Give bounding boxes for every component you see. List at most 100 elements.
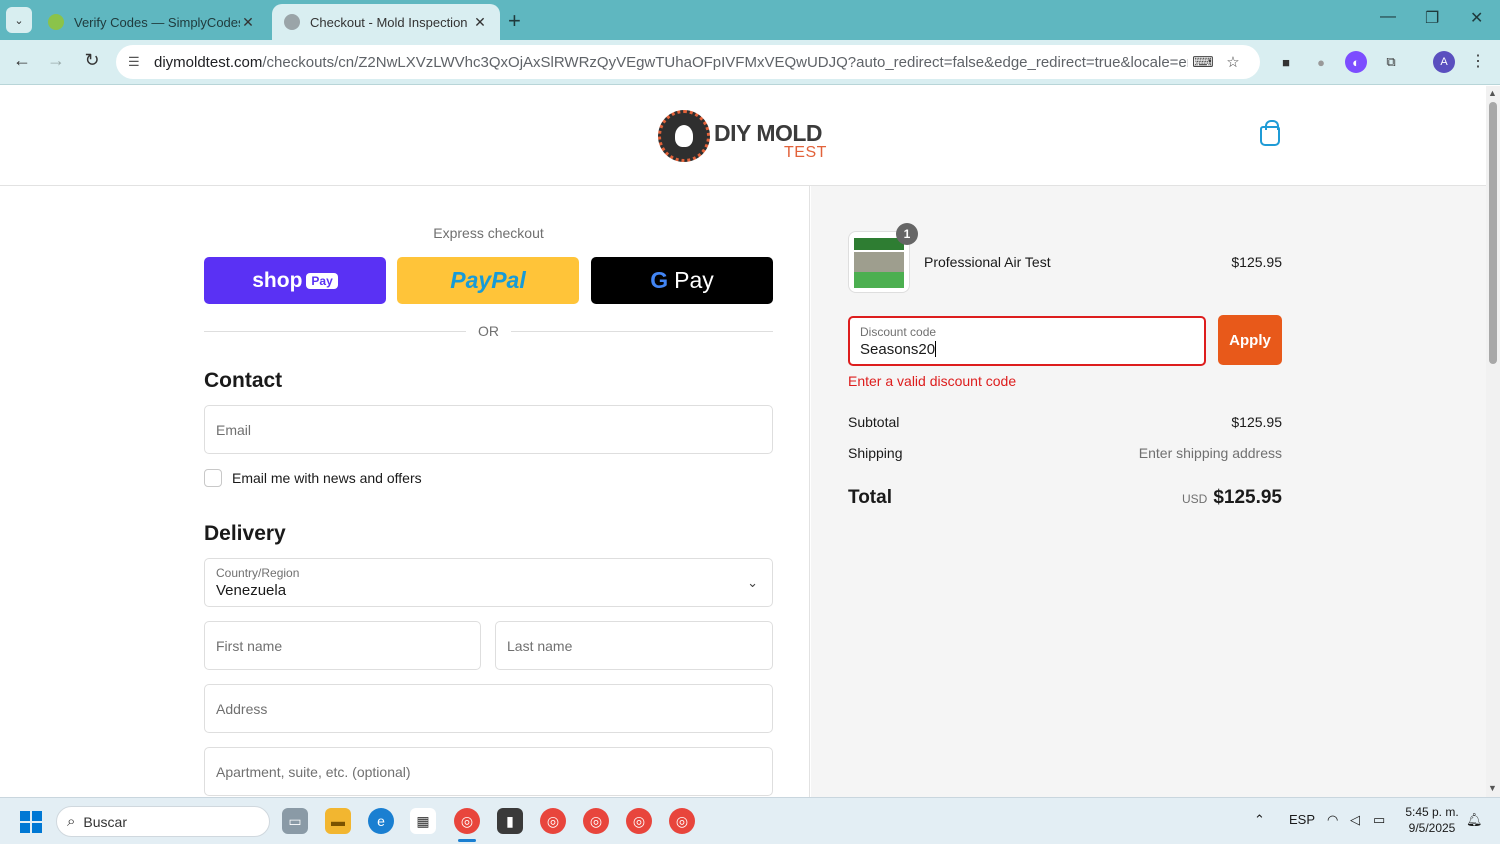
tab-simplycodes[interactable]: Verify Codes — SimplyCodes ✕ (36, 4, 268, 40)
quantity-badge: 1 (896, 223, 918, 245)
edge-browser-icon[interactable]: e (368, 808, 394, 834)
url-path: /checkouts/cn/Z2NwLXVzLWVhc3QxOjAxSlRWRz… (262, 53, 1188, 71)
input-language[interactable]: ESP (1289, 812, 1315, 827)
simplycodes-favicon-icon (48, 14, 64, 30)
express-checkout-label: Express checkout (433, 225, 544, 241)
clock-time: 5:45 p. m. (1405, 805, 1459, 819)
wifi-icon[interactable]: ◠ (1327, 812, 1338, 828)
battery-icon[interactable]: ▭ (1373, 812, 1385, 828)
email-field[interactable]: Email (204, 405, 773, 454)
chrome-profile-k-icon[interactable]: ◎ (540, 808, 566, 834)
reload-icon[interactable]: ↻ (80, 50, 104, 71)
taskbar-search[interactable]: ⌕ Buscar (56, 806, 270, 837)
active-app-indicator (458, 839, 476, 842)
store-header: DIY MOLD TEST (0, 86, 1486, 186)
shopping-bag-icon[interactable] (1260, 120, 1280, 146)
extension-robot-icon[interactable]: ■ (1275, 51, 1297, 73)
first-name-field[interactable]: First name (204, 621, 481, 670)
newsletter-checkbox[interactable] (204, 469, 222, 487)
system-clock[interactable]: 5:45 p. m. 9/5/2025 (1400, 804, 1464, 836)
thumbnail-house (854, 252, 904, 272)
shipping-row: Shipping Enter shipping address (848, 445, 1282, 461)
profile-avatar[interactable]: A (1433, 51, 1455, 73)
paypal-text-b: Pal (491, 267, 526, 293)
address-field[interactable]: Address (204, 684, 773, 733)
chrome-profile-n-icon[interactable]: ◎ (669, 808, 695, 834)
apartment-field[interactable]: Apartment, suite, etc. (optional) (204, 747, 773, 796)
browser-menu-icon[interactable]: ⋮ (1470, 51, 1486, 71)
shipping-label: Shipping (848, 445, 903, 461)
windows-taskbar: ⌕ Buscar ▭ ▬ e ▦ ◎ ▮ ◎ ◎ ◎ ◎ ⌃ ESP ◠ ◁ ▭… (0, 797, 1500, 844)
address-bar[interactable]: ☰ diymoldtest.com/checkouts/cn/Z2NwLXVzL… (116, 45, 1260, 79)
file-explorer-icon[interactable]: ▬ (325, 808, 351, 834)
email-placeholder: Email (216, 421, 252, 438)
extensions-puzzle-icon[interactable]: ⧉ (1380, 51, 1402, 73)
address-placeholder: Address (216, 700, 268, 717)
close-tab-icon[interactable]: ✕ (240, 14, 256, 31)
task-view-icon[interactable]: ▭ (282, 808, 308, 834)
tab-search-chevron-icon[interactable]: ⌄ (6, 7, 32, 33)
minimize-icon[interactable]: — (1380, 8, 1396, 26)
restore-icon[interactable]: ❐ (1425, 8, 1439, 28)
chrome-profile-m-icon[interactable]: ◎ (583, 808, 609, 834)
country-label: Country/Region (216, 566, 300, 580)
windows-start-icon[interactable] (20, 811, 42, 833)
google-pay-text: Pay (674, 267, 714, 293)
paypal-button[interactable]: Pay Pal (397, 257, 579, 304)
total-row: Total USD $125.95 (848, 487, 1282, 509)
shipping-value: Enter shipping address (1138, 445, 1282, 461)
scrollbar-thumb[interactable] (1489, 102, 1497, 364)
chrome-profile-a-icon[interactable]: ◎ (454, 808, 480, 834)
close-window-icon[interactable]: ✕ (1470, 8, 1483, 28)
clock-date: 9/5/2025 (1408, 821, 1456, 835)
first-name-placeholder: First name (216, 637, 283, 654)
show-hidden-icons-icon[interactable]: ⌃ (1254, 812, 1265, 828)
discount-code-input[interactable]: Discount code Seasons20 (848, 316, 1206, 366)
or-divider: OR (204, 323, 773, 339)
subtotal-row: Subtotal $125.95 (848, 414, 1282, 430)
tab-title: Verify Codes — SimplyCodes (74, 14, 240, 30)
volume-icon[interactable]: ◁ (1350, 812, 1360, 828)
translate-icon[interactable]: ⌨ (1188, 53, 1218, 71)
chevron-down-icon: ⌄ (747, 575, 758, 590)
new-tab-icon[interactable]: + (508, 8, 521, 34)
terminal-icon[interactable]: ▮ (497, 808, 523, 834)
site-info-icon[interactable]: ☰ (128, 54, 148, 70)
browser-toolbar: ← → ↻ ☰ diymoldtest.com/checkouts/cn/Z2N… (0, 40, 1500, 85)
google-pay-button[interactable]: G Pay (591, 257, 773, 304)
apartment-placeholder: Apartment, suite, etc. (optional) (216, 763, 411, 780)
notification-bell-icon[interactable]: 🔔︎ (1466, 812, 1483, 828)
bookmark-star-icon[interactable]: ☆ (1218, 53, 1248, 71)
extension-simplycodes-icon[interactable]: ◐ (1345, 51, 1367, 73)
browser-tab-bar: ⌄ Verify Codes — SimplyCodes ✕ Checkout … (0, 0, 1500, 40)
total-amount: USD $125.95 (1182, 487, 1282, 509)
taskbar-search-placeholder: Buscar (83, 813, 127, 830)
shop-pay-badge: Pay (306, 272, 338, 289)
country-select[interactable]: Country/Region Venezuela ⌄ (204, 558, 773, 607)
total-currency: USD (1181, 492, 1208, 506)
back-icon[interactable]: ← (10, 50, 34, 71)
extension-puzzle-gray-icon[interactable]: ● (1310, 51, 1332, 73)
product-price: $125.95 (1231, 254, 1282, 270)
store-logo[interactable]: DIY MOLD TEST (658, 108, 830, 164)
discount-code-value-row: Seasons20 (860, 341, 1194, 358)
scroll-up-icon[interactable]: ▲ (1488, 88, 1497, 98)
thumbnail-lawn (854, 272, 904, 288)
shop-pay-button[interactable]: shop Pay (204, 257, 386, 304)
apply-discount-button[interactable]: Apply (1218, 315, 1282, 365)
google-g-icon: G (650, 267, 669, 293)
subtotal-value: $125.95 (1231, 414, 1282, 430)
logo-sub-text: TEST (784, 144, 827, 161)
checkout-page: DIY MOLD TEST Express checkout shop Pay … (0, 86, 1486, 797)
scroll-down-icon[interactable]: ▼ (1488, 783, 1497, 793)
page-scrollbar[interactable]: ▲ ▼ (1486, 86, 1500, 797)
microsoft-store-icon[interactable]: ▦ (410, 808, 436, 834)
discount-code-value: Seasons20 (860, 341, 936, 358)
chrome-profile-g-icon[interactable]: ◎ (626, 808, 652, 834)
url-text[interactable]: diymoldtest.com/checkouts/cn/Z2NwLXVzLWV… (154, 54, 1188, 71)
tab-checkout[interactable]: Checkout - Mold Inspection Ne ✕ (272, 4, 500, 40)
close-tab-icon[interactable]: ✕ (472, 14, 488, 31)
last-name-field[interactable]: Last name (495, 621, 773, 670)
tab-title: Checkout - Mold Inspection Ne (310, 14, 472, 30)
forward-icon[interactable]: → (44, 50, 68, 71)
